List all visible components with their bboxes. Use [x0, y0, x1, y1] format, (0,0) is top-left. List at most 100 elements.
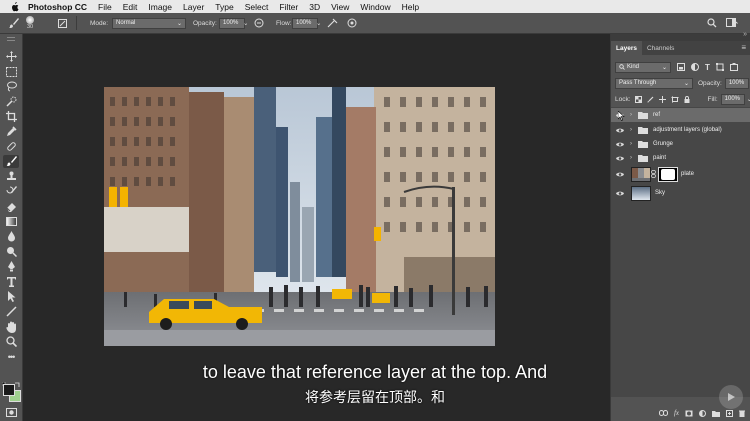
brush-preset-picker[interactable]: 30 — [26, 13, 34, 33]
chevron-right-icon[interactable]: › — [630, 127, 632, 133]
default-colors-icon[interactable] — [1, 375, 8, 388]
blend-mode-select[interactable]: Pass Through ⌄ — [615, 77, 693, 89]
filter-pixel-icon[interactable] — [677, 63, 685, 71]
menu-help[interactable]: Help — [402, 2, 419, 12]
lock-pixels-icon[interactable] — [647, 96, 654, 103]
menu-image[interactable]: Image — [148, 2, 172, 12]
menu-edit[interactable]: Edit — [123, 2, 138, 12]
mode-label: Mode: — [90, 19, 109, 27]
menu-layer[interactable]: Layer — [183, 2, 204, 12]
panel-menu-icon[interactable]: ≡ — [741, 43, 746, 52]
dodge-tool-icon[interactable] — [3, 245, 19, 258]
app-name-menu[interactable]: Photoshop CC — [28, 2, 87, 12]
marquee-tool-icon[interactable] — [3, 65, 19, 78]
menu-file[interactable]: File — [98, 2, 112, 12]
history-brush-tool-icon[interactable] — [3, 185, 19, 198]
eyedropper-tool-icon[interactable] — [3, 125, 19, 138]
chevron-right-icon[interactable]: › — [630, 141, 632, 147]
chevron-right-icon[interactable]: › — [630, 155, 632, 161]
filter-adjustment-icon[interactable] — [691, 63, 699, 71]
visibility-eye-icon[interactable] — [616, 127, 624, 134]
layer-filter-select[interactable]: Kind ⌄ — [615, 61, 671, 73]
layer-row-sky[interactable]: Sky — [611, 184, 750, 203]
line-tool-icon[interactable] — [3, 305, 19, 318]
lock-all-icon[interactable] — [684, 95, 690, 103]
collapse-panel-icon[interactable]: » — [743, 31, 747, 38]
pressure-size-icon[interactable] — [347, 13, 357, 33]
blur-tool-icon[interactable] — [3, 230, 19, 243]
filter-smart-object-icon[interactable] — [729, 63, 738, 71]
tab-layers[interactable]: Layers — [611, 41, 642, 55]
flow-label: Flow: — [276, 19, 292, 27]
brush-tool-icon-active[interactable] — [3, 155, 19, 168]
chevron-right-icon[interactable]: › — [630, 112, 632, 118]
crop-tool-icon[interactable] — [3, 110, 19, 123]
layer-mask-thumbnail[interactable] — [658, 167, 678, 182]
path-selection-tool-icon[interactable] — [3, 290, 19, 303]
visibility-eye-icon[interactable] — [616, 141, 624, 148]
eraser-tool-icon[interactable] — [3, 200, 19, 213]
type-tool-icon[interactable] — [3, 275, 19, 288]
brush-settings-icon[interactable] — [58, 13, 67, 33]
menu-window[interactable]: Window — [360, 2, 390, 12]
quick-mask-icon[interactable] — [3, 406, 19, 419]
flow-dropdown-icon[interactable]: ⌄ — [316, 13, 321, 33]
layer-row-ref[interactable]: › ref — [611, 108, 750, 123]
menu-type[interactable]: Type — [215, 2, 233, 12]
layer-style-fx-icon[interactable]: fx — [674, 409, 679, 417]
apple-icon[interactable] — [10, 1, 20, 12]
zoom-tool-icon[interactable] — [3, 335, 19, 348]
lock-row: Lock: Fill: 100% ⌄ — [615, 93, 750, 105]
quick-selection-tool-icon[interactable] — [3, 95, 19, 108]
menu-view[interactable]: View — [331, 2, 349, 12]
layer-row-adjustment-layers[interactable]: › adjustment layers (global) — [611, 123, 750, 138]
layer-row-plate[interactable]: plate — [611, 165, 750, 184]
layer-opacity-field[interactable]: 100% — [724, 77, 749, 89]
chain-link-icon[interactable] — [651, 170, 656, 178]
clone-stamp-tool-icon[interactable] — [3, 170, 19, 183]
canvas-image[interactable] — [104, 87, 495, 346]
menu-filter[interactable]: Filter — [279, 2, 298, 12]
filter-shape-icon[interactable] — [715, 63, 724, 71]
pen-tool-icon[interactable] — [3, 260, 19, 273]
new-layer-icon[interactable] — [726, 409, 733, 417]
menu-select[interactable]: Select — [245, 2, 269, 12]
search-icon[interactable] — [707, 13, 717, 33]
tab-channels[interactable]: Channels — [642, 41, 679, 55]
fill-field[interactable]: 100% — [720, 93, 745, 105]
move-tool-icon[interactable] — [3, 50, 19, 63]
foreground-color-swatch[interactable] — [3, 384, 15, 396]
filter-type-icon[interactable]: T — [705, 63, 710, 72]
menu-3d[interactable]: 3D — [309, 2, 320, 12]
lasso-tool-icon[interactable] — [3, 80, 19, 93]
airbrush-icon[interactable] — [327, 13, 338, 33]
visibility-eye-icon[interactable] — [616, 190, 624, 197]
add-mask-icon[interactable] — [685, 410, 693, 417]
toolbar-grip[interactable] — [7, 37, 15, 41]
flow-field[interactable]: 100% — [292, 17, 318, 29]
pressure-opacity-icon[interactable] — [254, 13, 264, 33]
opacity-label: Opacity: — [193, 19, 217, 27]
more-tools-icon[interactable]: ••• — [3, 350, 19, 363]
visibility-eye-icon[interactable] — [616, 171, 624, 178]
opacity-field[interactable]: 100% — [219, 17, 245, 29]
visibility-eye-icon[interactable] — [616, 155, 624, 162]
mode-select[interactable]: Normal ⌄ — [112, 17, 186, 29]
new-adjustment-layer-icon[interactable] — [699, 409, 706, 417]
layer-row-grunge[interactable]: › Grunge — [611, 137, 750, 152]
chevron-down-icon[interactable]: ⌄ — [747, 95, 750, 103]
delete-layer-icon[interactable] — [739, 410, 745, 417]
opacity-dropdown-icon[interactable]: ⌄ — [243, 13, 248, 33]
lock-artboard-icon[interactable] — [670, 95, 679, 103]
new-group-icon[interactable] — [712, 410, 720, 417]
lock-position-icon[interactable] — [658, 95, 666, 103]
lock-transparent-icon[interactable] — [634, 95, 642, 103]
brush-tool-icon[interactable] — [8, 13, 20, 33]
link-layers-icon[interactable] — [658, 410, 668, 416]
workspace-switcher-icon[interactable] — [726, 13, 738, 33]
healing-brush-tool-icon[interactable] — [3, 140, 19, 153]
hand-tool-icon[interactable] — [3, 320, 19, 333]
swap-colors-icon[interactable] — [14, 375, 20, 387]
gradient-tool-icon[interactable] — [3, 215, 19, 228]
layer-row-paint[interactable]: › paint — [611, 151, 750, 166]
